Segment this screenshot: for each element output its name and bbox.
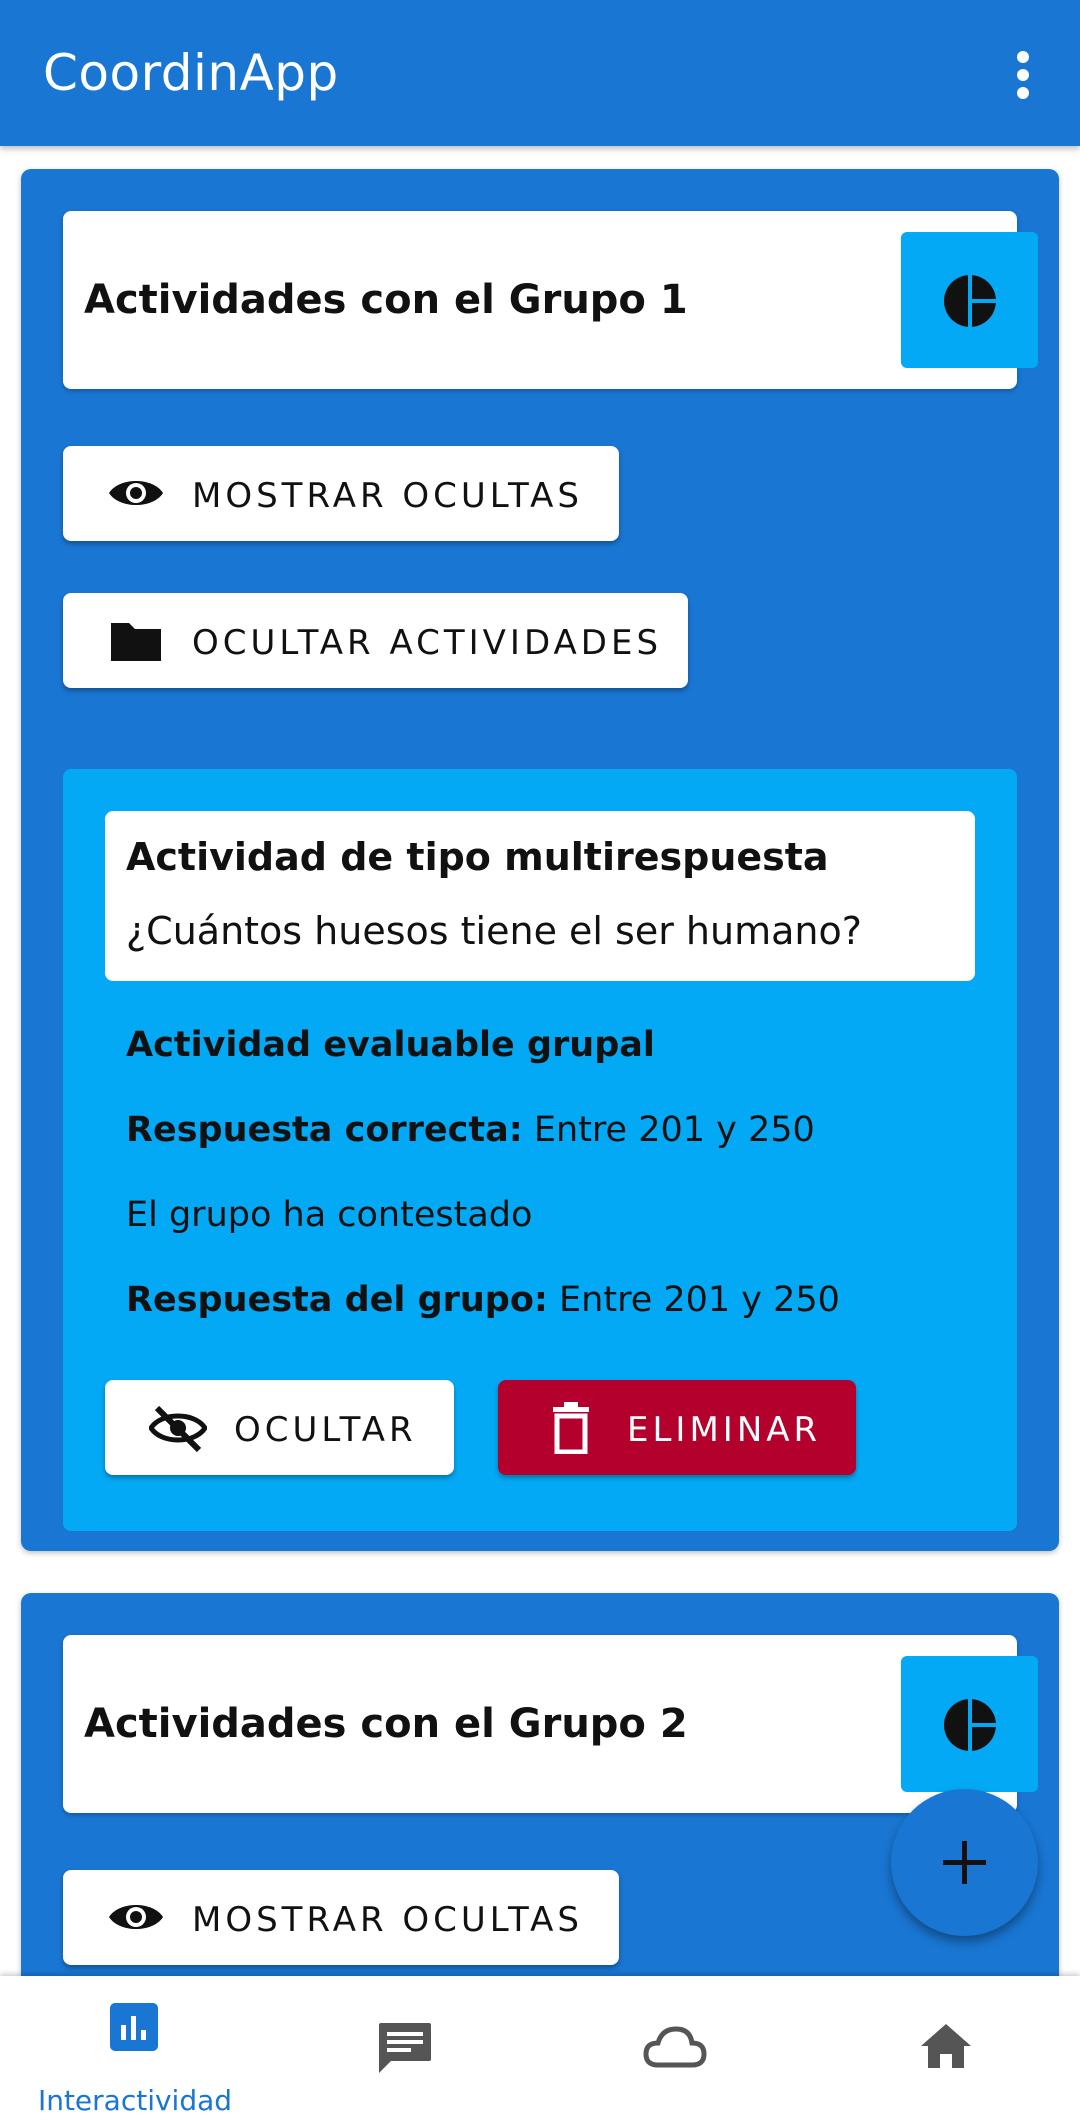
show-hidden-label: MOSTRAR OCULTAS: [192, 1900, 584, 1940]
group-card-2: Actividades con el Grupo 2 MOSTRAR OCULT…: [21, 1593, 1059, 1976]
hide-activity-label: OCULTAR: [234, 1410, 417, 1450]
group-answer-label: Respuesta del grupo:: [126, 1280, 548, 1320]
stats-button[interactable]: [901, 232, 1038, 368]
activity-header: Actividad de tipo multirespuesta ¿Cuánto…: [105, 811, 975, 981]
group-answer-value: Entre 201 y 250: [559, 1280, 840, 1320]
pie-chart-icon: [944, 275, 996, 327]
correct-answer-row: Respuesta correcta: Entre 201 y 250: [126, 1110, 815, 1150]
activity-card: Actividad de tipo multirespuesta ¿Cuánto…: [63, 769, 1017, 1531]
group-title: Actividades con el Grupo 2: [84, 1701, 688, 1747]
correct-answer-label: Respuesta correcta:: [126, 1110, 523, 1150]
answer-status: El grupo ha contestado: [126, 1195, 533, 1235]
hide-activities-label: OCULTAR ACTIVIDADES: [192, 623, 663, 663]
nav-item-chat[interactable]: [270, 1976, 540, 2126]
stats-button[interactable]: [901, 1656, 1038, 1792]
home-icon: [921, 2024, 971, 2068]
folder-icon: [111, 623, 161, 661]
content-scroll[interactable]: Actividades con el Grupo 1 MOSTRAR OCULT…: [0, 146, 1080, 1976]
chat-icon: [379, 2023, 431, 2073]
delete-activity-button[interactable]: ELIMINAR: [498, 1380, 856, 1475]
delete-activity-label: ELIMINAR: [627, 1410, 822, 1450]
hide-activities-button[interactable]: OCULTAR ACTIVIDADES: [63, 593, 688, 688]
show-hidden-label: MOSTRAR OCULTAS: [192, 476, 584, 516]
pie-chart-icon: [944, 1699, 996, 1751]
plus-icon: [943, 1841, 986, 1884]
nav-item-home[interactable]: [810, 1976, 1080, 2126]
group-answer-row: Respuesta del grupo: Entre 201 y 250: [126, 1280, 840, 1320]
activity-question: ¿Cuántos huesos tiene el ser humano?: [126, 909, 862, 953]
correct-answer-value: Entre 201 y 250: [533, 1110, 815, 1150]
activity-type-title: Actividad de tipo multirespuesta: [126, 835, 829, 879]
nav-label: Interactividad: [37, 2084, 233, 2117]
eye-icon: [109, 481, 163, 505]
cloud-icon: [643, 2026, 707, 2068]
add-activity-button[interactable]: [891, 1789, 1038, 1936]
nav-item-interactividad[interactable]: Interactividad: [0, 1976, 270, 2126]
app-bar: CoordinApp: [0, 0, 1080, 146]
eye-off-icon: [149, 1405, 207, 1452]
hide-activity-button[interactable]: OCULTAR: [105, 1380, 454, 1475]
app-title: CoordinApp: [43, 44, 339, 102]
group-header-2: Actividades con el Grupo 2: [63, 1635, 1038, 1813]
show-hidden-button[interactable]: MOSTRAR OCULTAS: [63, 1870, 619, 1965]
more-options-icon[interactable]: [1005, 50, 1041, 100]
evaluable-text: Actividad evaluable grupal: [126, 1025, 655, 1065]
group-header-1: Actividades con el Grupo 1: [63, 211, 1038, 389]
eye-icon: [109, 1905, 163, 1929]
bar-chart-icon: [110, 2003, 158, 2051]
group-card-1: Actividades con el Grupo 1 MOSTRAR OCULT…: [21, 169, 1059, 1551]
trash-icon: [553, 1402, 589, 1454]
nav-item-cloud[interactable]: [540, 1976, 810, 2126]
group-title: Actividades con el Grupo 1: [84, 277, 688, 323]
show-hidden-button[interactable]: MOSTRAR OCULTAS: [63, 446, 619, 541]
bottom-navigation: Interactividad: [0, 1976, 1080, 2126]
